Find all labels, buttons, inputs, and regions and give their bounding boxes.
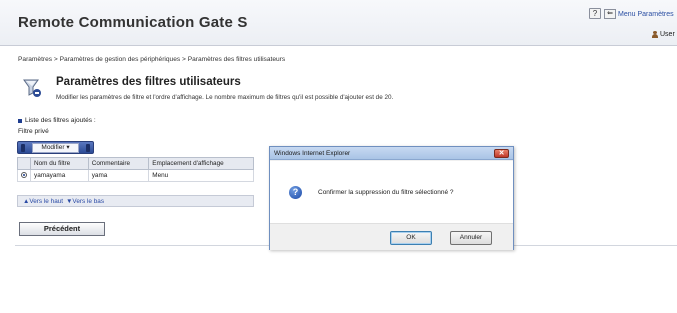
help-button[interactable]: ? — [589, 8, 601, 19]
arrow-left-icon: ⇐ — [604, 9, 616, 19]
modify-button-label: Modifier ▾ — [32, 142, 79, 153]
close-icon[interactable]: ✕ — [494, 149, 509, 158]
help-icon: ? — [592, 9, 598, 18]
row-select-cell[interactable] — [17, 169, 31, 182]
page-description: Modifier les paramètres de filtre et l'o… — [56, 94, 394, 101]
filter-kind-label: Filtre privé — [18, 128, 49, 135]
dialog-body: ? Confirmer la suppression du filtre sél… — [270, 161, 513, 250]
cell-location: Menu — [148, 169, 254, 182]
cancel-button[interactable]: Annuler — [450, 231, 492, 245]
filter-icon — [23, 79, 41, 97]
dialog-footer: OK Annuler — [270, 223, 513, 250]
column-header-comment: Commentaire — [87, 157, 150, 170]
cell-filter-name: yamayama — [30, 169, 89, 182]
user-menu[interactable]: User — [652, 31, 675, 38]
move-up-link[interactable]: ▲Vers le haut — [23, 198, 63, 205]
app-header: Remote Communication Gate S ? ⇐ Menu Par… — [0, 0, 677, 46]
column-header-location: Emplacement d'affichage — [148, 157, 254, 170]
settings-menu-label: Menu Paramètres — [618, 10, 674, 18]
previous-button[interactable]: Précédent — [19, 222, 105, 236]
table-header-row: Nom du filtre Commentaire Emplacement d'… — [17, 157, 254, 170]
dialog-titlebar[interactable]: Windows Internet Explorer ✕ — [270, 147, 513, 160]
settings-menu-link[interactable]: ⇐ Menu Paramètres — [604, 8, 674, 20]
filters-list-text: Liste des filtres ajoutés : — [25, 117, 96, 124]
dialog-title: Windows Internet Explorer — [274, 150, 351, 157]
ok-button[interactable]: OK — [390, 231, 432, 245]
move-down-link[interactable]: ▼Vers le bas — [66, 198, 104, 205]
page-title: Paramètres des filtres utilisateurs — [56, 76, 241, 88]
filters-list-label: Liste des filtres ajoutés : — [18, 117, 96, 124]
column-header-name: Nom du filtre — [30, 157, 89, 170]
order-controls: ▲Vers le haut ▼Vers le bas — [17, 195, 254, 207]
table-row[interactable]: yamayama yama Menu — [17, 169, 254, 182]
cell-comment: yama — [87, 169, 150, 182]
confirm-dialog: Windows Internet Explorer ✕ ? Confirmer … — [269, 146, 514, 250]
user-label: User — [660, 31, 675, 38]
breadcrumb: Paramètres > Paramètres de gestion des p… — [18, 56, 286, 63]
dialog-message: Confirmer la suppression du filtre sélec… — [318, 189, 454, 196]
row-radio[interactable] — [21, 172, 27, 179]
user-icon — [652, 31, 658, 38]
modify-button[interactable]: Modifier ▾ — [17, 141, 94, 154]
question-icon: ? — [289, 186, 302, 199]
app-title: Remote Communication Gate S — [18, 14, 248, 31]
button-cap-left — [21, 144, 25, 152]
bullet-icon — [18, 118, 22, 123]
select-column-header — [17, 157, 31, 170]
button-cap-right — [86, 144, 90, 152]
filters-table: Nom du filtre Commentaire Emplacement d'… — [17, 157, 254, 182]
